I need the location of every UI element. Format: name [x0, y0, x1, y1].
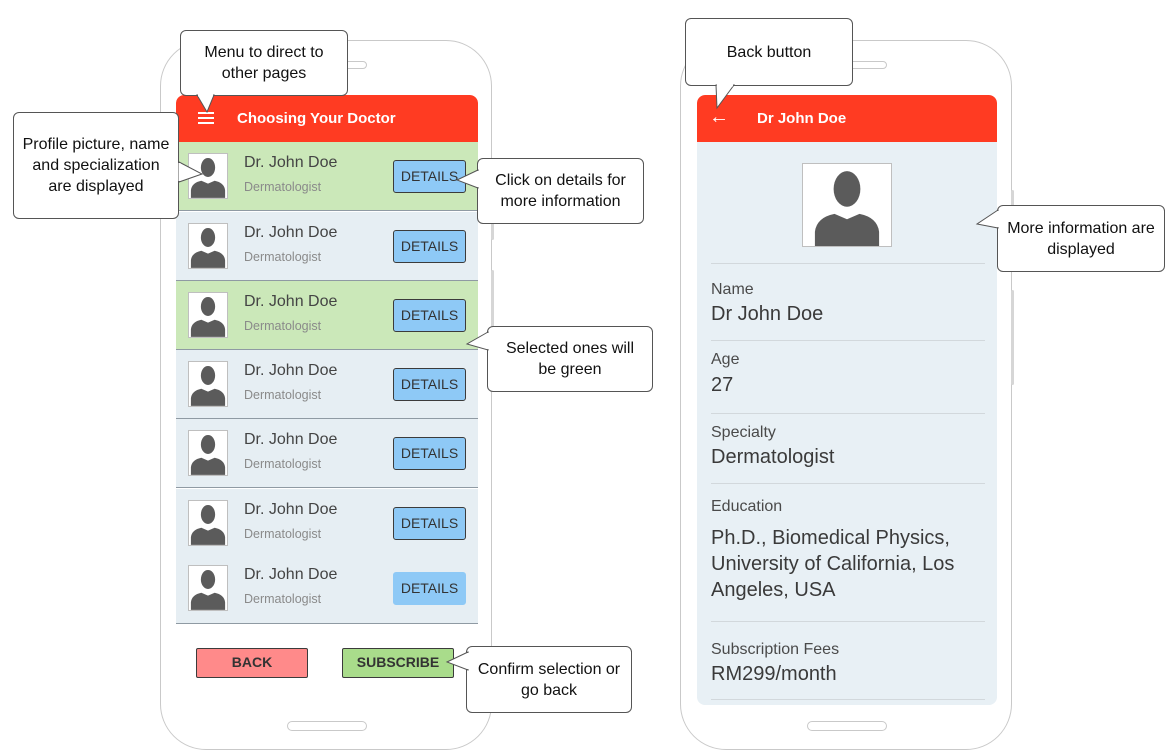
phone-home-button: [807, 721, 887, 731]
details-button[interactable]: DETAILS: [393, 437, 466, 470]
doctor-name: Dr. John Doe: [244, 293, 338, 310]
profile-picture: [802, 163, 892, 247]
doctor-list-item[interactable]: Dr. John Doe Dermatologist DETAILS: [176, 419, 478, 488]
doctor-name: Dr. John Doe: [244, 431, 338, 448]
callout-tail: [465, 331, 490, 351]
divider: [711, 413, 985, 414]
page-title: Choosing Your Doctor: [237, 110, 396, 127]
person-silhouette-icon: [190, 434, 226, 475]
callout-details: Click on details for more information: [477, 158, 644, 224]
callout-more-info: More information are displayed: [997, 205, 1165, 272]
fees-label: Subscription Fees: [711, 641, 840, 658]
name-label: Name: [711, 281, 754, 298]
person-silhouette-icon: [814, 171, 880, 246]
doctor-name: Dr. John Doe: [244, 566, 338, 583]
phone-home-button: [287, 721, 367, 731]
callout-tail: [975, 209, 1000, 229]
doctor-list-item[interactable]: Dr. John Doe Dermatologist DETAILS: [176, 281, 478, 350]
doctor-avatar: [188, 223, 228, 269]
person-silhouette-icon: [190, 365, 226, 406]
person-silhouette-icon: [190, 227, 226, 268]
callout-confirm: Confirm selection or go back: [466, 646, 632, 713]
callout-back-button: Back button: [685, 18, 853, 86]
doctor-specialty: Dermatologist: [244, 180, 322, 194]
details-button[interactable]: DETAILS: [393, 572, 466, 605]
doctor-name: Dr. John Doe: [244, 362, 338, 379]
phone-side-button: [1011, 290, 1014, 385]
doctor-name: Dr. John Doe: [244, 224, 338, 241]
callout-tail: [445, 651, 470, 671]
doctor-list-item[interactable]: Dr. John Doe Dermatologist DETAILS: [176, 142, 478, 211]
doctor-avatar: [188, 500, 228, 546]
fees-value: RM299/month: [711, 663, 837, 685]
divider: [711, 699, 985, 700]
doctor-list-item[interactable]: Dr. John Doe Dermatologist DETAILS: [176, 554, 478, 624]
doctor-name: Dr. John Doe: [244, 154, 338, 171]
divider: [711, 483, 985, 484]
doctor-list-item[interactable]: Dr. John Doe Dermatologist DETAILS: [176, 212, 478, 281]
doctor-list-item[interactable]: Dr. John Doe Dermatologist DETAILS: [176, 350, 478, 419]
doctor-specialty: Dermatologist: [244, 457, 322, 471]
details-button[interactable]: DETAILS: [393, 507, 466, 540]
doctor-avatar: [188, 565, 228, 611]
person-silhouette-icon: [190, 569, 226, 610]
specialty-value: Dermatologist: [711, 446, 835, 468]
details-button[interactable]: DETAILS: [393, 230, 466, 263]
doctor-detail-screen: ← Dr John Doe Name Dr John Doe Age 27 Sp…: [697, 95, 997, 705]
divider: [711, 263, 985, 264]
doctor-name: Dr. John Doe: [244, 501, 338, 518]
callout-profile: Profile picture, name and specialization…: [13, 112, 179, 219]
doctor-specialty: Dermatologist: [244, 250, 322, 264]
doctor-list-item[interactable]: Dr. John Doe Dermatologist DETAILS: [176, 489, 478, 558]
doctor-specialty: Dermatologist: [244, 592, 322, 606]
page-title: Dr John Doe: [757, 110, 847, 127]
doctor-list-screen: Choosing Your Doctor Dr. John Doe Dermato…: [176, 95, 478, 705]
subscribe-button[interactable]: SUBSCRIBE: [342, 648, 454, 678]
back-button[interactable]: BACK: [196, 648, 308, 678]
doctor-avatar: [188, 361, 228, 407]
callout-tail: [455, 169, 480, 189]
doctor-avatar: [188, 292, 228, 338]
name-value: Dr John Doe: [711, 303, 824, 325]
divider: [711, 340, 985, 341]
callout-selected: Selected ones will be green: [487, 326, 653, 392]
divider: [711, 621, 985, 622]
doctor-specialty: Dermatologist: [244, 527, 322, 541]
callout-tail: [178, 161, 204, 183]
callout-tail: [715, 84, 735, 110]
details-button[interactable]: DETAILS: [393, 299, 466, 332]
education-value: Ph.D., Biomedical Physics, University of…: [711, 527, 955, 601]
doctor-avatar: [188, 430, 228, 476]
person-silhouette-icon: [190, 296, 226, 337]
callout-menu: Menu to direct to other pages: [180, 30, 348, 96]
specialty-label: Specialty: [711, 424, 776, 441]
app-bar: ← Dr John Doe: [697, 95, 997, 142]
callout-tail: [196, 94, 215, 114]
person-silhouette-icon: [190, 504, 226, 545]
doctor-specialty: Dermatologist: [244, 319, 322, 333]
details-button[interactable]: DETAILS: [393, 368, 466, 401]
age-label: Age: [711, 351, 740, 368]
doctor-specialty: Dermatologist: [244, 388, 322, 402]
age-value: 27: [711, 374, 734, 396]
education-label: Education: [711, 498, 783, 515]
